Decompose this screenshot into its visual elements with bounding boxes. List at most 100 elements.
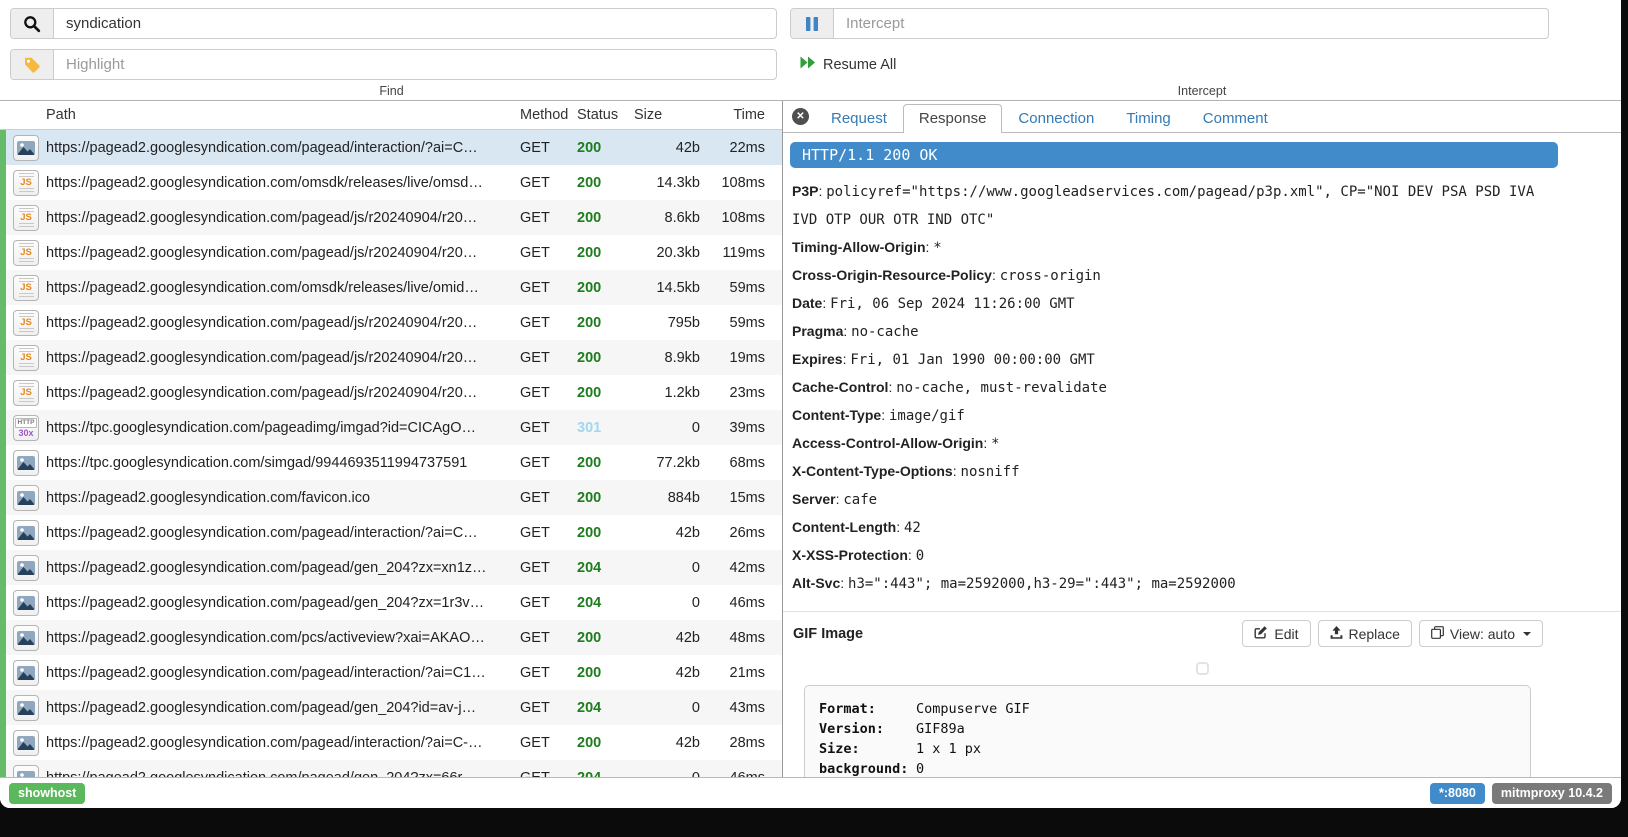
- header-value: *: [933, 240, 941, 256]
- js-file-icon: JS: [13, 345, 39, 371]
- flow-path: https://pagead2.googlesyndication.com/pa…: [46, 665, 520, 681]
- proxy-port-badge: *:8080: [1430, 783, 1485, 804]
- replace-button[interactable]: Replace: [1318, 620, 1412, 647]
- flow-row[interactable]: https://pagead2.googlesyndication.com/pa…: [0, 655, 782, 690]
- flow-path: https://pagead2.googlesyndication.com/pa…: [46, 700, 520, 716]
- flow-status: 200: [577, 210, 634, 226]
- flow-row[interactable]: https://pagead2.googlesyndication.com/pa…: [0, 690, 782, 725]
- column-header-size[interactable]: Size: [634, 107, 706, 123]
- flow-row[interactable]: https://pagead2.googlesyndication.com/pa…: [0, 585, 782, 620]
- tab-response[interactable]: Response: [903, 104, 1003, 133]
- find-panel: Find: [0, 0, 783, 100]
- header-value: no-cache: [851, 324, 918, 340]
- view-mode-button[interactable]: View: auto: [1419, 620, 1543, 647]
- search-input[interactable]: [54, 9, 776, 38]
- intercept-caption: Intercept: [783, 84, 1621, 98]
- flow-path: https://pagead2.googlesyndication.com/fa…: [46, 490, 520, 506]
- flow-method: GET: [520, 700, 577, 716]
- image-icon: [13, 555, 39, 581]
- flow-row[interactable]: https://pagead2.googlesyndication.com/pa…: [0, 130, 782, 165]
- flow-rows: https://pagead2.googlesyndication.com/pa…: [0, 130, 782, 777]
- edit-button[interactable]: Edit: [1242, 620, 1310, 647]
- tab-request[interactable]: Request: [815, 104, 903, 133]
- tab-comment[interactable]: Comment: [1187, 104, 1284, 133]
- header-line: Content-Length: 42: [792, 514, 1553, 542]
- flow-row[interactable]: https://pagead2.googlesyndication.com/pa…: [0, 725, 782, 760]
- response-headers: P3P: policyref="https://www.googleadserv…: [792, 178, 1553, 598]
- flow-size: 42b: [634, 140, 706, 156]
- flow-row[interactable]: HTTP30xhttps://tpc.googlesyndication.com…: [0, 410, 782, 445]
- flow-status: 200: [577, 455, 634, 471]
- flow-status: 204: [577, 770, 634, 778]
- flow-row[interactable]: https://pagead2.googlesyndication.com/fa…: [0, 480, 782, 515]
- flow-size: 42b: [634, 665, 706, 681]
- flow-method: GET: [520, 210, 577, 226]
- header-name: Expires: [792, 351, 843, 367]
- flow-icon-cell: [6, 555, 46, 581]
- flow-row[interactable]: JShttps://pagead2.googlesyndication.com/…: [0, 165, 782, 200]
- flow-row[interactable]: JShttps://pagead2.googlesyndication.com/…: [0, 340, 782, 375]
- flow-row[interactable]: https://pagead2.googlesyndication.com/pc…: [0, 620, 782, 655]
- flow-icon-cell: [6, 695, 46, 721]
- image-info-value: 1 x 1 px: [916, 741, 981, 757]
- flow-row[interactable]: https://pagead2.googlesyndication.com/pa…: [0, 515, 782, 550]
- top-bar: Find Resume All Intercept: [0, 0, 1621, 101]
- flow-time: 108ms: [706, 210, 782, 226]
- tab-connection[interactable]: Connection: [1002, 104, 1110, 133]
- flow-status: 200: [577, 525, 634, 541]
- flow-path: https://pagead2.googlesyndication.com/pa…: [46, 140, 520, 156]
- flow-row[interactable]: JShttps://pagead2.googlesyndication.com/…: [0, 235, 782, 270]
- flow-size: 8.9kb: [634, 350, 706, 366]
- flow-row[interactable]: JShttps://pagead2.googlesyndication.com/…: [0, 270, 782, 305]
- column-header-path[interactable]: Path: [0, 107, 520, 123]
- js-file-icon: JS: [13, 240, 39, 266]
- flow-row[interactable]: https://pagead2.googlesyndication.com/pa…: [0, 550, 782, 585]
- header-value: Fri, 06 Sep 2024 11:26:00 GMT: [830, 296, 1074, 312]
- flow-size: 0: [634, 700, 706, 716]
- flow-row[interactable]: https://tpc.googlesyndication.com/simgad…: [0, 445, 782, 480]
- main-area: PathMethodStatusSizeTime https://pagead2…: [0, 101, 1621, 777]
- detail-tab-bar: ✕ RequestResponseConnectionTimingComment: [783, 101, 1621, 133]
- intercept-input[interactable]: [834, 9, 1548, 38]
- header-line: P3P: policyref="https://www.googleadserv…: [792, 178, 1553, 234]
- column-header-status[interactable]: Status: [577, 107, 634, 123]
- image-icon: [13, 485, 39, 511]
- highlight-input[interactable]: [54, 50, 776, 79]
- flow-method: GET: [520, 560, 577, 576]
- flow-status: 301: [577, 420, 634, 436]
- flow-row[interactable]: https://pagead2.googlesyndication.com/pa…: [0, 760, 782, 777]
- flow-path: https://tpc.googlesyndication.com/pagead…: [46, 420, 520, 436]
- flow-size: 14.3kb: [634, 175, 706, 191]
- flow-row[interactable]: JShttps://pagead2.googlesyndication.com/…: [0, 375, 782, 410]
- flow-size: 8.6kb: [634, 210, 706, 226]
- flow-row[interactable]: JShttps://pagead2.googlesyndication.com/…: [0, 305, 782, 340]
- header-name: Cross-Origin-Resource-Policy: [792, 267, 992, 283]
- flow-size: 795b: [634, 315, 706, 331]
- flow-status: 200: [577, 140, 634, 156]
- column-header-method[interactable]: Method: [520, 107, 577, 123]
- tab-timing[interactable]: Timing: [1110, 104, 1186, 133]
- image-icon: [13, 450, 39, 476]
- close-icon[interactable]: ✕: [792, 108, 809, 125]
- resume-all-button[interactable]: Resume All: [799, 55, 896, 74]
- pause-icon[interactable]: [791, 9, 834, 38]
- flow-method: GET: [520, 525, 577, 541]
- view-mode-label: View: auto: [1450, 626, 1515, 642]
- header-line: Expires: Fri, 01 Jan 1990 00:00:00 GMT: [792, 346, 1553, 374]
- flow-row[interactable]: JShttps://pagead2.googlesyndication.com/…: [0, 200, 782, 235]
- flow-method: GET: [520, 245, 577, 261]
- flow-icon-cell: [6, 625, 46, 651]
- header-line: X-XSS-Protection: 0: [792, 542, 1553, 570]
- flow-path: https://pagead2.googlesyndication.com/pc…: [46, 630, 520, 646]
- flow-size: 42b: [634, 525, 706, 541]
- flow-method: GET: [520, 315, 577, 331]
- flow-size: 0: [634, 595, 706, 611]
- column-header-time[interactable]: Time: [706, 107, 782, 123]
- flow-icon-cell: JS: [6, 380, 46, 406]
- header-value: h3=":443"; ma=2592000,h3-29=":443"; ma=2…: [848, 576, 1236, 592]
- flow-time: 46ms: [706, 595, 782, 611]
- image-info-value: GIF89a: [916, 721, 965, 737]
- flow-time: 22ms: [706, 140, 782, 156]
- flow-icon-cell: JS: [6, 345, 46, 371]
- flow-icon-cell: JS: [6, 240, 46, 266]
